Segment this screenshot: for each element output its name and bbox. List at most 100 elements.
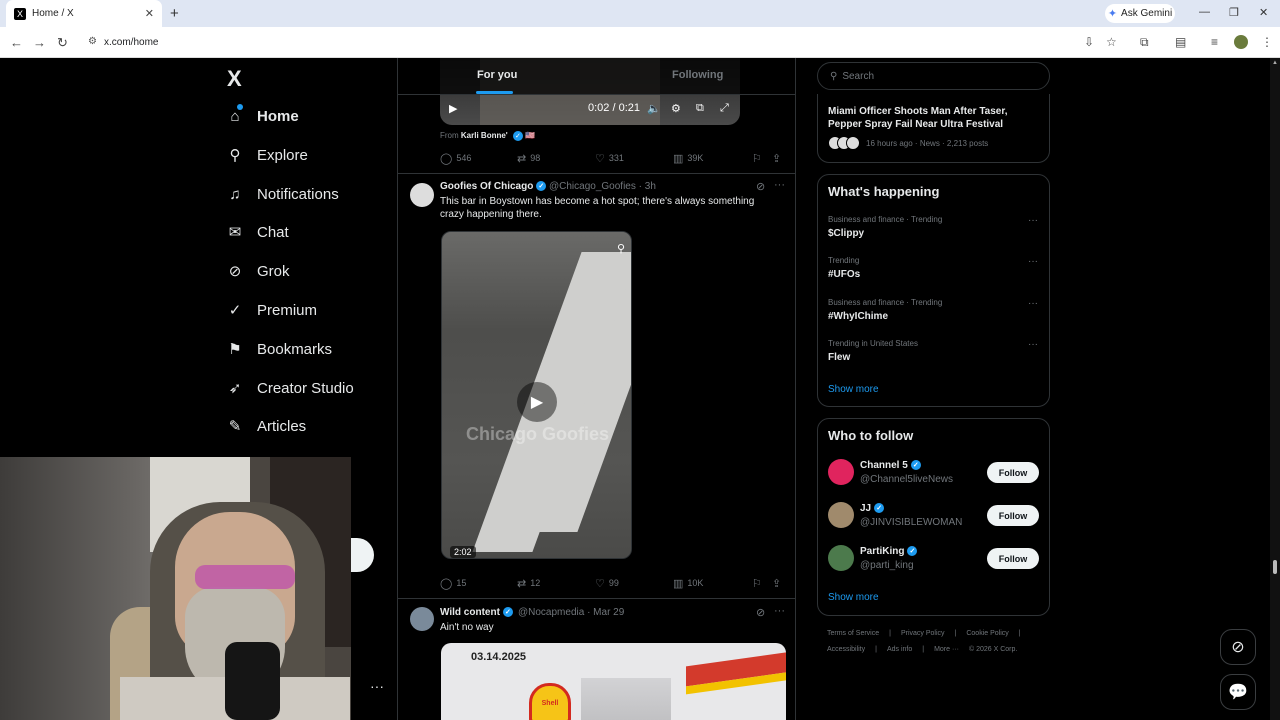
nav-premium[interactable]: ✓ Premium [226,297,317,323]
browser-tab[interactable]: X Home / X ✕ [6,0,162,27]
reload-icon[interactable]: ↻ [57,35,68,51]
account-name[interactable]: PartiKing ✓ [860,546,918,557]
more-icon[interactable]: ··· [1028,298,1038,309]
grok-icon[interactable]: ⊘ [756,180,765,193]
follow-button[interactable]: Follow [987,505,1039,526]
browser-menu-icon[interactable]: ⋮ [1261,35,1273,49]
post-video[interactable]: ⚲ Chicago Goofies ▶ 2:02 [441,231,632,559]
reply-button[interactable]: ◯ 546 [440,152,471,165]
bookmark-button[interactable]: ⚐ [752,577,762,590]
follow-button[interactable]: Follow [987,462,1039,483]
more-icon[interactable]: ··· [1028,339,1038,350]
volume-icon[interactable]: 🔈 [647,102,661,115]
follow-button[interactable]: Follow [987,548,1039,569]
url-field[interactable]: ⚙ x.com/home [82,32,1082,53]
close-tab-icon[interactable]: ✕ [145,7,154,20]
x-logo-icon[interactable]: X [227,66,242,92]
sidepanel-icon[interactable]: ▤ [1175,35,1186,49]
site-settings-icon[interactable]: ⚙ [88,36,97,47]
account-name[interactable]: Channel 5 ✓ [860,460,921,471]
extensions-icon[interactable]: ⧉ [1140,35,1149,50]
fullscreen-icon[interactable]: ⤢ [720,102,729,115]
zoom-icon[interactable]: ⚲ [617,242,625,255]
accessibility-link[interactable]: Accessibility [827,646,865,653]
trend-category: Trending [828,256,860,265]
messages-fab[interactable]: 💬 [1220,674,1256,710]
nav-grok[interactable]: ⊘ Grok [226,258,290,284]
minimize-icon[interactable]: — [1199,6,1210,18]
avatar[interactable] [828,545,854,571]
avatar[interactable] [410,607,434,631]
back-icon[interactable]: ← [10,35,23,50]
new-tab-icon[interactable]: + [170,5,179,22]
play-icon[interactable]: ▶ [517,382,557,422]
post-text: Ain't no way [440,622,494,633]
share-button[interactable]: ⇪ [772,577,781,590]
news-card[interactable]: Miami Officer Shoots Man After Taser, Pe… [817,94,1050,163]
reply-button[interactable]: ◯ 15 [440,577,466,590]
repost-button[interactable]: ⇄ 12 [517,577,540,590]
post-handle-time[interactable]: @Nocapmedia · Mar 29 [518,607,624,618]
account-handle: @JINVISIBLEWOMAN [860,517,963,528]
bookmark-button[interactable]: ⚐ [752,152,762,165]
restore-icon[interactable]: ❐ [1229,6,1239,19]
profile-avatar[interactable] [1234,35,1248,49]
trend-category: Business and finance · Trending [828,298,943,307]
forward-icon[interactable]: → [33,35,46,50]
tab-for-you[interactable]: For you [477,69,517,81]
grok-icon[interactable]: ⊘ [756,606,765,619]
post-image[interactable]: 03.14.2025 Shell [441,643,786,720]
tab-following[interactable]: Following [672,69,723,81]
repost-button[interactable]: ⇄ 98 [517,152,540,165]
settings-icon[interactable]: ⚙ [671,102,681,115]
bookmark-star-icon[interactable]: ☆ [1106,35,1117,49]
nav-chat[interactable]: ✉ Chat [226,219,289,245]
nav-explore[interactable]: ⚲ Explore [226,142,308,168]
more-icon[interactable]: ··· [774,179,785,191]
post-handle-time[interactable]: @Chicago_Goofies · 3h [549,181,656,192]
like-button[interactable]: ♡ 331 [595,152,624,165]
more-icon[interactable]: ··· [774,605,785,617]
footer-links-2: Accessibility | Ads info | More ··· © 2026 X … [827,646,1027,653]
like-button[interactable]: ♡ 99 [595,577,619,590]
scroll-up-icon[interactable]: ▲ [1272,60,1278,66]
cookie-link[interactable]: Cookie Policy [966,630,1008,637]
views-button[interactable]: ▥ 39K [673,152,703,165]
show-more-link[interactable]: Show more [828,592,879,603]
avatar[interactable] [828,459,854,485]
repost-count: 12 [530,578,541,588]
more-link[interactable]: More ··· [934,646,959,653]
pip-icon[interactable]: ⧉ [696,102,704,115]
privacy-link[interactable]: Privacy Policy [901,630,945,637]
grok-fab[interactable]: ⊘ [1220,629,1256,665]
post-author[interactable]: Wild content ✓ [440,607,513,618]
page-scrollbar[interactable]: ▲ [1270,58,1280,720]
play-icon[interactable]: ▶ [449,102,457,115]
install-icon[interactable]: ⇩ [1084,35,1094,49]
nav-notifications[interactable]: ♫ Notifications [226,181,338,207]
media-icon[interactable]: ≡ [1211,35,1218,49]
nav-creator-studio[interactable]: ➶ Creator Studio [226,375,354,401]
avatar[interactable] [828,502,854,528]
ads-info-link[interactable]: Ads info [887,646,912,653]
nav-articles-label: Articles [257,417,307,435]
nav-bookmarks[interactable]: ⚑ Bookmarks [226,336,332,362]
scrollbar-thumb[interactable] [1273,560,1277,574]
more-icon[interactable]: ··· [1028,256,1038,267]
post-author[interactable]: Goofies Of Chicago ✓ [440,181,547,192]
share-button[interactable]: ⇪ [772,152,781,165]
nav-articles[interactable]: ✎ Articles [226,413,306,439]
show-more-link[interactable]: Show more [828,384,879,395]
views-button[interactable]: ▥ 10K [673,577,703,590]
post-author-name: Goofies Of Chicago [440,181,534,192]
ask-gemini-button[interactable]: ✦ Ask Gemini [1105,4,1175,23]
from-name[interactable]: Karli Bonne' [461,131,508,140]
separator: | [889,630,891,637]
account-name[interactable]: JJ ✓ [860,503,885,514]
close-window-icon[interactable]: ✕ [1259,6,1268,19]
terms-link[interactable]: Terms of Service [827,630,879,637]
account-more-icon[interactable]: ··· [370,678,384,694]
avatar[interactable] [410,183,434,207]
search-input[interactable]: ⚲ Search [817,62,1050,90]
more-icon[interactable]: ··· [1028,215,1038,226]
